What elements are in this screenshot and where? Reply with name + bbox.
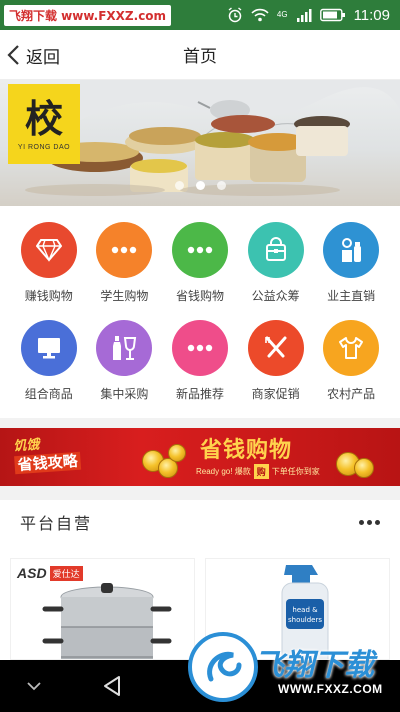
more-options-button[interactable] — [359, 514, 380, 531]
category-item[interactable]: 商家促销 — [238, 320, 314, 418]
logo-subtitle: YI RONG DAO — [17, 143, 71, 151]
category-item[interactable]: 公益众筹 — [238, 222, 314, 320]
chevron-left-icon — [7, 45, 19, 65]
bag-icon — [265, 237, 286, 261]
promo-banner[interactable]: 饥饿 省钱攻略 省钱购物 Ready go! 爆款 购 下单任你到家 — [0, 428, 400, 486]
category-item[interactable]: 集中采购 — [87, 320, 163, 418]
promo-left-line2: 省钱攻略 — [14, 451, 82, 475]
category-label: 集中采购 — [100, 387, 149, 401]
monitor-icon — [37, 338, 60, 359]
back-label: 返回 — [26, 47, 60, 67]
triangle-back-icon — [104, 676, 120, 696]
category-icon-circle — [20, 320, 77, 376]
carousel-dot-active[interactable] — [195, 181, 205, 190]
watermark-logo-icon — [188, 632, 258, 702]
dots-icon — [112, 246, 137, 254]
clock: 11:09 — [353, 6, 390, 24]
promo-sub-highlight: 购 — [253, 464, 269, 479]
promo-sub-right: 下单任你到家 — [271, 467, 320, 476]
promo-subtitle: Ready go! 爆款 购 下单任你到家 — [196, 464, 320, 479]
logo-character: 校 — [24, 96, 63, 141]
diamond-icon — [35, 239, 62, 262]
category-item[interactable]: 新品推荐 — [162, 320, 238, 418]
carousel-dot[interactable] — [216, 181, 226, 190]
category-icon-circle — [323, 320, 380, 376]
watermark-label: 飞翔下载 www.FXXZ.com — [4, 4, 172, 26]
back-button[interactable]: 返回 — [6, 30, 60, 80]
swirl-icon — [207, 651, 242, 682]
category-label: 商家促销 — [251, 387, 300, 401]
section-header: 平台自营 — [0, 500, 400, 544]
category-item[interactable]: 省钱购物 — [162, 222, 238, 320]
category-icon-circle — [323, 222, 380, 278]
category-grid: 赚钱购物 学生购物 省钱购物 公益众筹 业主直销 组合商品 集中采购 新品推荐 … — [0, 206, 400, 418]
dots-icon — [187, 344, 213, 352]
category-item[interactable]: 组合商品 — [11, 320, 87, 418]
signal-icon — [296, 9, 312, 22]
product-brand-text: shoulders — [288, 616, 322, 624]
watermark-url: WWW.FXXZ.COM — [278, 682, 383, 696]
promo-left-badge: 饥饿 省钱攻略 — [13, 434, 82, 475]
section-title: 平台自营 — [20, 514, 93, 533]
back-nav-button[interactable] — [92, 660, 132, 712]
top-navigation-bar: 返回 首页 — [0, 30, 400, 80]
category-item[interactable]: 学生购物 — [87, 222, 163, 320]
more-dot — [367, 519, 372, 525]
carousel-dot[interactable] — [174, 181, 184, 190]
page-title: 首页 — [183, 47, 217, 67]
category-icon-circle — [247, 222, 304, 278]
more-dot — [359, 519, 364, 525]
category-icon-circle — [20, 222, 77, 278]
category-label: 学生购物 — [100, 289, 149, 303]
wine-icon — [113, 336, 137, 360]
product-brand-text: head & — [292, 606, 318, 614]
category-label: 业主直销 — [327, 289, 376, 303]
category-label: 组合商品 — [24, 387, 73, 401]
shirt-icon — [339, 337, 364, 359]
category-item[interactable]: 业主直销 — [313, 222, 389, 320]
category-icon-circle — [171, 320, 228, 376]
status-bar: 飞翔下载 www.FXXZ.com 4G 11:09 — [0, 0, 400, 30]
banner-carousel[interactable]: 校 YI RONG DAO — [0, 80, 400, 206]
category-label: 省钱购物 — [175, 289, 224, 303]
promo-title: 省钱购物 — [200, 438, 293, 463]
cutlery-icon — [264, 336, 287, 358]
dots-icon — [187, 246, 213, 254]
carousel-indicators — [0, 181, 400, 190]
steamer-pot-image — [42, 583, 172, 659]
alarm-icon — [228, 7, 242, 23]
category-label: 公益众筹 — [251, 289, 300, 303]
category-icon-circle — [171, 222, 228, 278]
category-label: 农村产品 — [327, 387, 376, 401]
category-row: 组合商品 集中采购 新品推荐 商家促销 农村产品 — [0, 320, 400, 418]
category-item[interactable]: 农村产品 — [313, 320, 389, 418]
brand-logo: 校 YI RONG DAO — [8, 84, 80, 164]
product-card[interactable]: ASD 爱仕达 — [10, 558, 195, 660]
category-row: 赚钱购物 学生购物 省钱购物 公益众筹 业主直销 — [0, 222, 400, 320]
promo-sub-left: Ready go! 爆款 — [196, 467, 251, 476]
wifi-icon — [251, 8, 269, 22]
battery-icon — [319, 8, 345, 22]
coin-icon — [354, 458, 374, 478]
watermark-overlay: 飞翔下载 WWW.FXXZ.COM — [188, 628, 400, 712]
bottle-icon — [342, 238, 362, 262]
watermark-title: 飞翔下载 — [254, 648, 374, 683]
category-icon-circle — [247, 320, 304, 376]
category-item[interactable]: 赚钱购物 — [11, 222, 87, 320]
category-label: 新品推荐 — [175, 387, 224, 401]
category-icon-circle — [96, 222, 153, 278]
category-label: 赚钱购物 — [24, 289, 73, 303]
status-icons: 4G 11:09 — [227, 7, 390, 24]
category-icon-circle — [96, 320, 153, 376]
more-dot — [375, 519, 380, 525]
network-type: 4G — [276, 9, 288, 19]
coin-icon — [168, 444, 186, 462]
chevron-down-icon — [27, 682, 41, 691]
hide-nav-button[interactable] — [16, 660, 52, 712]
